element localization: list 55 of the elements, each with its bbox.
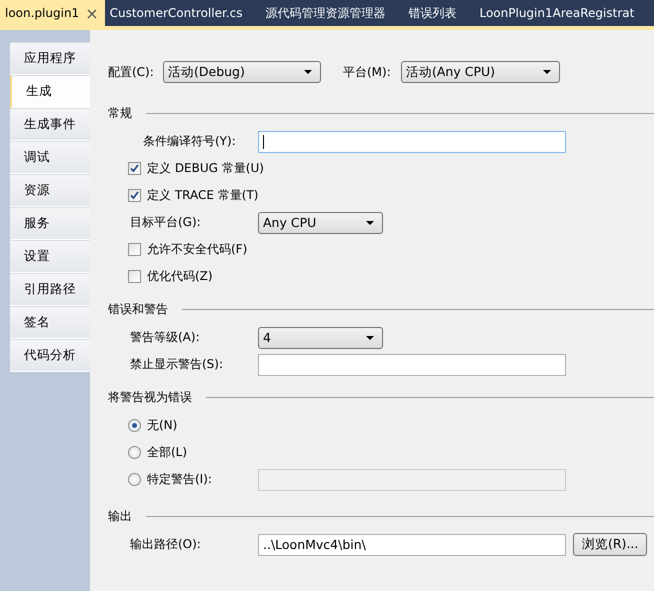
dropdown[interactable]: 活动(Debug) [163,61,321,83]
side-tab[interactable]: 生成 [10,75,92,108]
close-icon[interactable]: × [85,4,99,22]
document-tab[interactable]: 源代码管理资源管理器 [260,0,392,26]
side-tab[interactable]: 资源 [10,174,90,207]
field-label: 定义 DEBUG 常量(U) [147,160,264,177]
side-tab[interactable]: 引用路径 [10,273,90,306]
caret-icon [366,336,374,340]
caret-icon [543,70,551,74]
field-label: 禁止显示警告(S): [130,357,224,371]
section-heading: 错误和警告 [108,300,168,318]
field-label: 允许不安全代码(F) [147,241,248,258]
dropdown[interactable]: 活动(Any CPU) [401,61,560,83]
checkbox[interactable] [128,162,141,175]
side-tab[interactable]: 签名 [10,306,90,339]
field-label: 特定警告(I): [147,472,212,486]
field-label: 输出路径(O): [130,537,201,551]
checkbox[interactable] [128,270,141,283]
dropdown[interactable]: Any CPU [258,212,383,234]
field-label: 目标平台(G): [130,215,201,229]
text-field[interactable] [258,354,566,376]
checkbox[interactable] [128,189,141,202]
document-tab[interactable]: LoonPlugin1AreaRegistrat [474,0,640,26]
document-tab[interactable]: 错误列表 [403,0,462,26]
section-heading: 输出 [108,508,132,524]
section-heading: 将警告视为错误 [108,388,192,406]
radio-button[interactable] [128,473,141,486]
check-icon [130,191,139,200]
document-tab[interactable]: CustomerController.cs [104,0,248,26]
caret-icon [366,220,374,224]
section-heading: 常规 [108,104,132,122]
field-label: 条件编译符号(Y): [143,134,236,148]
radio-button[interactable] [128,419,141,432]
text-field[interactable]: ..\LoonMvc4\bin\ [258,534,566,556]
check-icon [130,164,139,173]
checkbox[interactable] [128,243,141,256]
field-label: 优化代码(Z) [147,268,213,285]
field-label: 配置(C): [108,64,155,80]
field-label: 定义 TRACE 常量(T) [147,187,258,204]
document-tab[interactable]: loon.plugin1 × [0,0,105,26]
field-label: 无(N) [147,418,178,432]
dropdown[interactable]: 4 [258,326,383,348]
side-tab[interactable]: 调试 [10,141,90,174]
caret-icon [304,70,312,74]
field-label: 全部(L) [147,445,188,459]
side-tab[interactable]: 设置 [10,240,90,273]
radio-button[interactable] [128,446,141,459]
text-field[interactable] [258,130,566,152]
side-tab[interactable]: 生成事件 [10,108,90,141]
side-tab[interactable]: 代码分析 [10,339,90,372]
field-label: 警告等级(A): [130,330,200,344]
field-label: 平台(M): [343,64,392,80]
side-tab[interactable]: 服务 [10,207,90,240]
browse-button[interactable]: 浏览(R)... [573,533,648,556]
side-tab[interactable]: 应用程序 [10,42,90,75]
